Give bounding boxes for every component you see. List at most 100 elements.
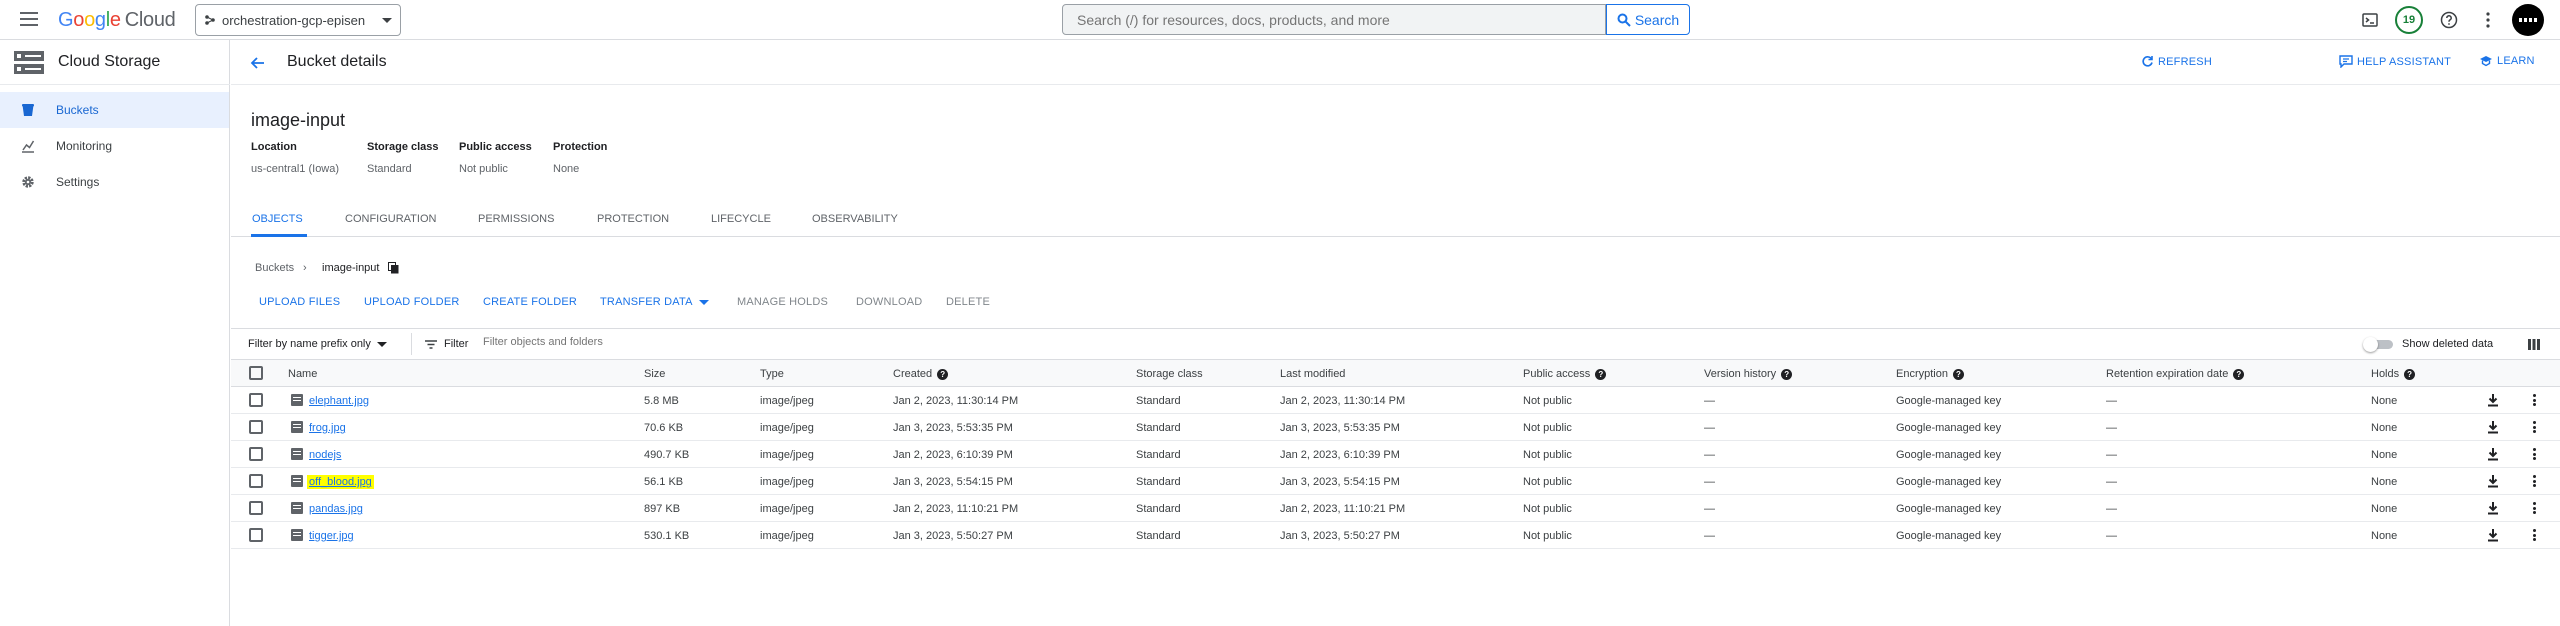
search-button[interactable]: Search: [1606, 4, 1690, 35]
object-name-link[interactable]: pandas.jpg: [309, 503, 363, 515]
column-header-size[interactable]: Size: [644, 368, 665, 380]
help-icon[interactable]: ?: [1781, 368, 1793, 380]
column-header-created[interactable]: Created?: [893, 368, 949, 380]
download-icon[interactable]: [2486, 528, 2500, 542]
row-checkbox[interactable]: [249, 447, 263, 461]
download-icon[interactable]: [2486, 393, 2500, 407]
column-header-last-modified[interactable]: Last modified: [1280, 368, 1345, 380]
object-name-link[interactable]: off_blood.jpg: [307, 475, 374, 489]
tab-permissions[interactable]: PERMISSIONS: [478, 213, 554, 225]
meta-public-access-value: Not public: [459, 163, 508, 175]
avatar[interactable]: [2512, 4, 2544, 36]
row-checkbox[interactable]: [249, 501, 263, 515]
cell-version-history: —: [1704, 422, 1715, 434]
search-input[interactable]: [1077, 11, 1591, 28]
more-vert-icon[interactable]: [2476, 8, 2500, 32]
download-button[interactable]: DOWNLOAD: [856, 296, 922, 308]
search-field[interactable]: [1062, 4, 1606, 35]
tab-lifecycle[interactable]: LIFECYCLE: [711, 213, 771, 225]
object-name-link[interactable]: nodejs: [309, 449, 341, 461]
cloud-shell-icon[interactable]: [2358, 8, 2382, 32]
tab-protection[interactable]: PROTECTION: [597, 213, 669, 225]
help-icon[interactable]: ?: [1952, 368, 1964, 380]
manage-holds-button[interactable]: MANAGE HOLDS: [737, 296, 828, 308]
upload-files-button[interactable]: UPLOAD FILES: [259, 296, 340, 308]
more-vert-icon[interactable]: [2531, 528, 2537, 542]
column-header-encryption[interactable]: Encryption?: [1896, 368, 1964, 380]
refresh-button[interactable]: REFRESH: [2141, 55, 2212, 68]
tab-configuration[interactable]: CONFIGURATION: [345, 213, 436, 225]
sidebar: Cloud Storage Buckets Monitoring Setting…: [0, 40, 230, 626]
filter-input[interactable]: [483, 336, 983, 348]
row-checkbox[interactable]: [249, 474, 263, 488]
sidebar-item-settings[interactable]: Settings: [0, 164, 229, 200]
filter-bar: Filter by name prefix only Filter Show d…: [231, 328, 2560, 360]
more-vert-icon[interactable]: [2531, 393, 2537, 407]
table-row: off_blood.jpg 56.1 KB image/jpeg Jan 3, …: [231, 468, 2560, 495]
tab-objects[interactable]: OBJECTS: [252, 213, 303, 225]
cell-size: 5.8 MB: [644, 395, 679, 407]
copy-icon[interactable]: [388, 262, 399, 274]
row-checkbox[interactable]: [249, 393, 263, 407]
column-header-storage-class[interactable]: Storage class: [1136, 368, 1203, 380]
column-header-name[interactable]: Name: [288, 368, 317, 380]
column-header-version-history[interactable]: Version history?: [1704, 368, 1793, 380]
delete-button[interactable]: DELETE: [946, 296, 990, 308]
project-picker[interactable]: orchestration-gcp-episen: [195, 4, 401, 36]
filter-prefix-select[interactable]: Filter by name prefix only: [248, 338, 387, 350]
sidebar-item-buckets[interactable]: Buckets: [0, 92, 229, 128]
breadcrumb-buckets[interactable]: Buckets: [255, 262, 294, 274]
bucket-icon: [22, 104, 34, 116]
select-all-checkbox[interactable]: [249, 366, 263, 380]
download-icon[interactable]: [2486, 501, 2500, 515]
upload-folder-button[interactable]: UPLOAD FOLDER: [364, 296, 460, 308]
row-checkbox[interactable]: [249, 420, 263, 434]
sidebar-item-monitoring[interactable]: Monitoring: [0, 128, 229, 164]
column-display-icon[interactable]: [2528, 339, 2540, 350]
meta-location-value: us-central1 (Iowa): [251, 163, 340, 175]
page-title: Bucket details: [287, 53, 387, 70]
object-name-link[interactable]: tigger.jpg: [309, 530, 354, 542]
help-icon[interactable]: ?: [2233, 368, 2245, 380]
learn-button[interactable]: LEARN: [2479, 55, 2535, 67]
object-name-link[interactable]: elephant.jpg: [309, 395, 369, 407]
file-icon: [291, 448, 303, 460]
column-header-public-access[interactable]: Public access?: [1523, 368, 1607, 380]
create-folder-button[interactable]: CREATE FOLDER: [483, 296, 577, 308]
cell-created: Jan 3, 2023, 5:53:35 PM: [893, 422, 1013, 434]
cell-type: image/jpeg: [760, 395, 814, 407]
main-menu-icon[interactable]: [20, 12, 38, 26]
column-header-holds[interactable]: Holds?: [2371, 368, 2416, 380]
column-header-type[interactable]: Type: [760, 368, 784, 380]
download-icon[interactable]: [2486, 474, 2500, 488]
row-checkbox[interactable]: [249, 528, 263, 542]
google-cloud-logo[interactable]: Google Cloud: [58, 9, 176, 32]
cell-retention: —: [2106, 449, 2117, 461]
more-vert-icon[interactable]: [2531, 474, 2537, 488]
object-name-link[interactable]: frog.jpg: [309, 422, 346, 434]
table-row: nodejs 490.7 KB image/jpeg Jan 2, 2023, …: [231, 441, 2560, 468]
help-assistant-button[interactable]: HELP ASSISTANT: [2339, 55, 2451, 68]
back-arrow-icon[interactable]: [247, 52, 269, 74]
help-icon[interactable]: [2437, 8, 2461, 32]
show-deleted-toggle[interactable]: [2361, 337, 2395, 352]
cell-storage-class: Standard: [1136, 395, 1181, 407]
help-icon[interactable]: ?: [937, 368, 949, 380]
help-icon[interactable]: ?: [2404, 368, 2416, 380]
filter-icon[interactable]: [425, 340, 437, 349]
search-icon: [1617, 13, 1631, 27]
transfer-data-button[interactable]: TRANSFER DATA: [600, 296, 709, 308]
project-icon: [205, 15, 215, 25]
more-vert-icon[interactable]: [2531, 501, 2537, 515]
download-icon[interactable]: [2486, 447, 2500, 461]
column-header-retention[interactable]: Retention expiration date?: [2106, 368, 2245, 380]
more-vert-icon[interactable]: [2531, 447, 2537, 461]
more-vert-icon[interactable]: [2531, 420, 2537, 434]
download-icon[interactable]: [2486, 420, 2500, 434]
sidebar-item-label: Settings: [56, 175, 100, 189]
meta-protection-label: Protection: [553, 141, 608, 153]
notifications-badge[interactable]: 19: [2395, 6, 2423, 34]
help-icon[interactable]: ?: [1595, 368, 1607, 380]
tab-observability[interactable]: OBSERVABILITY: [812, 213, 898, 225]
cell-storage-class: Standard: [1136, 503, 1181, 515]
